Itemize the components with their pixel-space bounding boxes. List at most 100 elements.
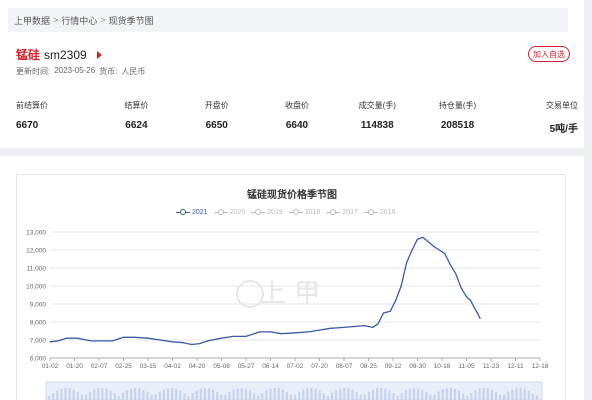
zoom-slider-shadow-bar xyxy=(154,394,157,400)
zoom-slider-shadow-bar xyxy=(449,388,452,400)
stat-value: 6650 xyxy=(205,120,228,131)
x-tick-label: 08-25 xyxy=(360,363,377,370)
stat-label: 结算价 xyxy=(124,101,149,110)
zoom-slider-shadow-bar xyxy=(273,388,276,400)
caret-right-icon[interactable] xyxy=(96,50,102,59)
zoom-slider-shadow-bar xyxy=(527,390,530,400)
stat-label: 收盘价 xyxy=(284,101,309,110)
x-tick-label: 02-25 xyxy=(115,363,132,370)
data-point xyxy=(422,236,424,238)
add-favorite-button[interactable]: 加入自选 xyxy=(528,46,570,62)
zoom-slider-shadow-bar xyxy=(76,391,79,400)
data-point xyxy=(294,332,296,334)
zoom-slider-shadow-bar xyxy=(425,392,428,400)
stat-volume: 成交量(手) 114838 xyxy=(337,100,417,135)
zoom-slider-shadow-bar xyxy=(388,390,391,400)
zoom-slider-shadow-bar xyxy=(310,388,313,400)
data-point xyxy=(232,335,234,337)
y-tick-label: 9,000 xyxy=(30,302,47,309)
zoom-slider-shadow-bar xyxy=(257,395,260,400)
stat-settle: 结算价 6624 xyxy=(96,100,176,135)
zoom-slider-shadow-bar xyxy=(437,391,440,400)
breadcrumb-separator: > xyxy=(100,15,106,25)
zoom-slider-shadow-bar xyxy=(265,390,268,400)
zoom-slider-shadow-bar xyxy=(134,388,137,400)
zoom-slider-shadow-bar xyxy=(535,395,539,400)
zoom-slider-shadow-bar xyxy=(441,389,444,400)
zoom-slider-shadow-bar xyxy=(306,388,309,400)
zoom-slider-shadow-bar xyxy=(376,388,379,400)
zoom-slider-shadow-bar xyxy=(343,388,346,400)
zoom-slider-shadow-bar xyxy=(105,388,108,400)
data-point xyxy=(470,299,472,301)
x-tick-label: 08-07 xyxy=(336,363,353,370)
zoom-slider-shadow-bar xyxy=(355,392,358,400)
zoom-slider-shadow-bar xyxy=(335,390,338,400)
data-point xyxy=(400,285,402,287)
data-point xyxy=(269,331,272,333)
zoom-slider-shadow-bar xyxy=(458,390,461,400)
zoom-slider-shadow-bar xyxy=(494,392,498,400)
data-point xyxy=(476,312,478,314)
zoom-slider-shadow-bar xyxy=(158,391,161,400)
y-tick-label: 7,000 xyxy=(30,338,47,345)
breadcrumb-home[interactable]: 上甲数据 xyxy=(14,14,50,27)
zoom-slider-shadow-bar xyxy=(220,394,223,400)
zoom-slider-shadow-bar xyxy=(277,388,280,400)
zoom-slider-shadow-bar xyxy=(146,391,149,400)
zoom-slider-shadow-bar xyxy=(511,389,514,400)
x-tick-label: 09-30 xyxy=(409,363,426,370)
zoom-slider-shadow-bar xyxy=(253,393,256,400)
zoom-slider-shadow-bar xyxy=(60,388,63,400)
zoom-slider-shadow-bar xyxy=(52,393,55,400)
data-point xyxy=(199,343,201,345)
data-point xyxy=(416,238,419,240)
data-point xyxy=(455,272,457,274)
stat-value: 6624 xyxy=(125,120,148,131)
data-point xyxy=(57,340,59,342)
symbol-code: sm2309 xyxy=(44,47,87,62)
x-tick-label: 05-27 xyxy=(238,363,255,370)
zoom-slider-shadow-bar xyxy=(113,393,116,400)
zoom-slider-shadow-bar xyxy=(281,389,284,400)
zoom-slider-shadow-bar xyxy=(433,394,436,400)
y-tick-label: 12,000 xyxy=(26,248,46,255)
data-point xyxy=(76,337,78,339)
zoom-slider-shadow-bar xyxy=(142,389,145,400)
zoom-slider-shadow-bar xyxy=(109,390,112,400)
data-point xyxy=(308,331,310,333)
zoom-slider-shadow-bar xyxy=(326,395,329,400)
zoom-slider-shadow-bar xyxy=(199,388,202,400)
x-tick-label: 03-15 xyxy=(140,363,157,370)
zoom-slider-shadow-bar xyxy=(150,394,153,400)
seasonal-price-chart: 上 甲6,0007,0008,0009,00010,00011,00012,00… xyxy=(26,230,549,400)
data-point xyxy=(438,249,440,251)
x-tick-label: 12-11 xyxy=(507,363,524,370)
stat-label: 交易单位 xyxy=(545,101,578,110)
zoom-slider-shadow-bar xyxy=(130,388,133,400)
data-point xyxy=(207,340,209,342)
x-tick-label: 01-02 xyxy=(42,363,59,370)
zoom-slider-shadow-bar xyxy=(322,393,325,400)
x-tick-label: 07-20 xyxy=(311,363,328,370)
data-point xyxy=(433,245,435,247)
zoom-slider-shadow-bar xyxy=(248,390,252,400)
zoom-slider-shadow-bar xyxy=(179,390,182,400)
zoom-slider-shadow-bar xyxy=(101,388,104,400)
breadcrumb-market-center[interactable]: 行情中心 xyxy=(61,14,97,27)
zoom-slider-shadow-bar xyxy=(302,389,305,400)
data-point xyxy=(65,337,67,339)
data-point xyxy=(363,325,365,327)
zoom-slider-shadow-bar xyxy=(203,388,206,400)
symbol-meta: 更新时间: 2023-05-26 货币: 人民币 xyxy=(16,66,145,77)
zoom-slider-shadow-bar xyxy=(482,388,485,400)
zoom-slider-shadow-bar xyxy=(453,389,457,400)
zoom-slider-shadow-bar xyxy=(445,388,448,400)
zoom-slider-shadow-bar xyxy=(171,388,174,400)
stats-row: 前结算价 6670 结算价 6624 开盘价 6650 收盘价 6640 成交量… xyxy=(10,100,582,135)
data-point xyxy=(411,249,413,251)
zoom-slider-shadow-bar xyxy=(125,390,129,400)
zoom-slider-shadow-bar xyxy=(392,393,395,400)
zoom-slider-shadow-bar xyxy=(429,394,432,400)
data-point xyxy=(133,336,135,338)
